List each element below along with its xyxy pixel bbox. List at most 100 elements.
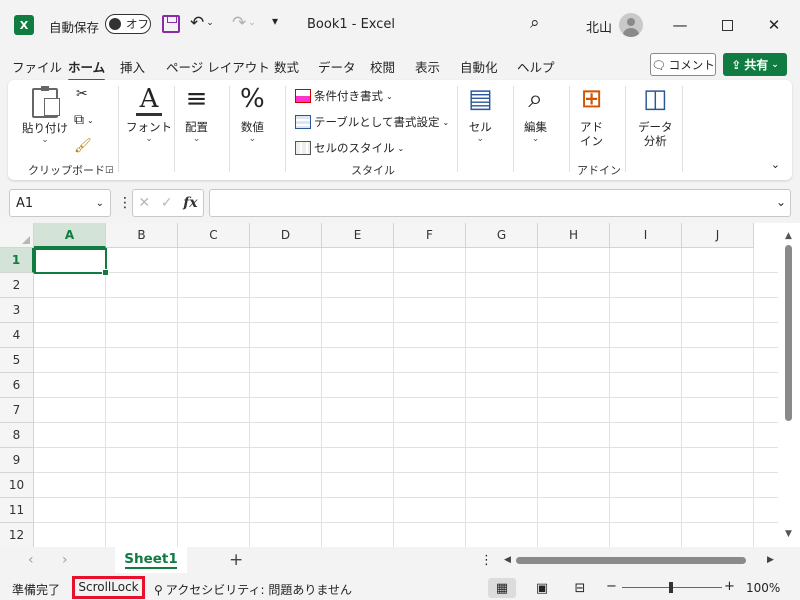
save-icon[interactable] (162, 15, 180, 33)
cell-area[interactable] (34, 248, 778, 547)
title-bar: X 自動保存 オフ ↶ ⌄ ↷ ⌄ ▾ Book1 - Excel ⌕ 北山 —… (0, 0, 800, 50)
minimize-icon[interactable]: — (657, 10, 703, 40)
expand-formula-icon[interactable]: ⌄ (776, 195, 786, 209)
cancel-icon[interactable]: ✕ (138, 195, 150, 211)
font-button[interactable]: A フォント ⌄ (126, 84, 172, 144)
select-all-button[interactable] (0, 223, 34, 248)
search-icon: ⌕ (528, 84, 543, 114)
tab-page-layout[interactable]: ページ レイアウト (166, 57, 270, 76)
avatar[interactable] (619, 13, 643, 37)
more-icon[interactable]: ⋮ (480, 553, 493, 568)
row-header-11[interactable]: 11 (0, 498, 34, 523)
alignment-button[interactable]: ≡ 配置 ⌄ (185, 84, 208, 144)
more-icon[interactable]: ⋮ (118, 195, 132, 211)
row-header-8[interactable]: 8 (0, 423, 34, 448)
name-box[interactable]: A1 ⌄ (9, 189, 111, 217)
scroll-up-icon[interactable]: ▲ (785, 231, 792, 241)
column-header-j[interactable]: J (682, 223, 754, 248)
active-cell[interactable] (34, 248, 109, 276)
undo-icon[interactable]: ↶ ⌄ (190, 13, 214, 33)
font-icon: A (139, 84, 159, 114)
format-painter-icon[interactable]: 🖌 (74, 138, 92, 154)
scrollbar-thumb[interactable] (785, 245, 792, 421)
scroll-left-icon[interactable]: ◀ (504, 555, 511, 565)
accessibility-status[interactable]: ⚲ アクセシビリティ: 問題ありません (154, 581, 352, 598)
font-label: フォント (126, 120, 172, 134)
horizontal-scrollbar-thumb[interactable] (516, 557, 746, 564)
row-header-4[interactable]: 4 (0, 323, 34, 348)
column-header-d[interactable]: D (250, 223, 322, 248)
column-header-f[interactable]: F (394, 223, 466, 248)
row-header-1[interactable]: 1 (0, 248, 34, 273)
column-header-h[interactable]: H (538, 223, 610, 248)
autosave-toggle[interactable]: オフ (105, 14, 151, 34)
formula-input[interactable]: ⌄ (209, 189, 791, 217)
row-header-10[interactable]: 10 (0, 473, 34, 498)
tab-data[interactable]: データ (318, 57, 356, 76)
zoom-out-icon[interactable]: − (606, 579, 617, 594)
insert-function-icon[interactable]: fx (183, 195, 197, 211)
tab-view[interactable]: 表示 (415, 57, 440, 76)
tab-file[interactable]: ファイル (12, 57, 62, 76)
row-header-9[interactable]: 9 (0, 448, 34, 473)
user-name[interactable]: 北山 (586, 17, 612, 36)
row-header-7[interactable]: 7 (0, 398, 34, 423)
normal-view-icon[interactable]: ▦ (488, 578, 516, 598)
zoom-slider-thumb[interactable] (669, 582, 673, 593)
chevron-down-icon: ⌄ (248, 134, 257, 144)
redo-icon[interactable]: ↷ ⌄ (232, 13, 256, 33)
tab-insert[interactable]: 挿入 (120, 57, 145, 76)
row-header-6[interactable]: 6 (0, 373, 34, 398)
paste-button[interactable]: 貼り付け ⌄ (22, 86, 68, 145)
number-button[interactable]: % 数値 ⌄ (240, 84, 265, 144)
column-header-a[interactable]: A (34, 223, 106, 248)
page-break-view-icon[interactable]: ⊟ (566, 578, 594, 598)
addins-button[interactable]: ⊞ アド イン (580, 84, 603, 148)
tab-formulas[interactable]: 数式 (274, 57, 299, 76)
page-layout-view-icon[interactable]: ▣ (528, 578, 556, 598)
column-header-c[interactable]: C (178, 223, 250, 248)
editing-button[interactable]: ⌕ 編集 ⌄ (524, 84, 547, 144)
copy-icon[interactable]: ⧉ ⌄ (74, 112, 94, 128)
divider (682, 86, 683, 172)
column-header-i[interactable]: I (610, 223, 682, 248)
prev-sheet-icon[interactable]: ‹ (28, 552, 34, 568)
row-header-12[interactable]: 12 (0, 523, 34, 547)
name-box-value: A1 (16, 195, 34, 211)
row-header-5[interactable]: 5 (0, 348, 34, 373)
scroll-down-icon[interactable]: ▼ (785, 529, 792, 539)
sheet-tab[interactable]: Sheet1 (115, 547, 187, 573)
chevron-down-icon: ⌄ (476, 134, 485, 144)
column-header-b[interactable]: B (106, 223, 178, 248)
cells-button[interactable]: ▤ セル ⌄ (468, 84, 493, 144)
format-as-table-button[interactable]: テーブルとして書式設定 ⌄ (295, 114, 449, 130)
close-icon[interactable]: ✕ (751, 10, 797, 40)
row-header-2[interactable]: 2 (0, 273, 34, 298)
tab-review[interactable]: 校閲 (370, 57, 395, 76)
scroll-right-icon[interactable]: ▶ (767, 555, 774, 565)
enter-icon[interactable]: ✓ (161, 195, 173, 211)
maximize-icon[interactable] (704, 10, 750, 40)
next-sheet-icon[interactable]: › (62, 552, 68, 568)
search-icon[interactable]: ⌕ (530, 13, 540, 33)
dialog-launcher-icon[interactable]: ◲ (105, 165, 114, 175)
data-analysis-button[interactable]: ◫ データ 分析 (638, 84, 673, 148)
add-sheet-icon[interactable]: + (229, 550, 243, 570)
comment-button[interactable]: 🗨 コメント (650, 53, 716, 76)
zoom-in-icon[interactable]: + (724, 579, 735, 594)
tab-automate[interactable]: 自動化 (460, 57, 498, 76)
conditional-formatting-button[interactable]: 条件付き書式 ⌄ (295, 88, 393, 104)
tab-help[interactable]: ヘルプ (517, 57, 555, 76)
row-header-3[interactable]: 3 (0, 298, 34, 323)
customize-qat-icon[interactable]: ▾ (272, 14, 278, 28)
paste-label: 貼り付け (22, 121, 68, 135)
vertical-scrollbar[interactable]: ▲ ▼ (778, 223, 800, 547)
tab-home[interactable]: ホーム (68, 57, 106, 81)
column-header-e[interactable]: E (322, 223, 394, 248)
cell-styles-button[interactable]: セルのスタイル ⌄ (295, 140, 404, 156)
zoom-level[interactable]: 100% (746, 581, 780, 595)
share-button[interactable]: ⇪ 共有 ⌄ (723, 53, 787, 76)
cut-icon[interactable]: ✂ (76, 86, 88, 102)
column-header-g[interactable]: G (466, 223, 538, 248)
ribbon-collapse-icon[interactable]: ⌄ (771, 158, 780, 171)
